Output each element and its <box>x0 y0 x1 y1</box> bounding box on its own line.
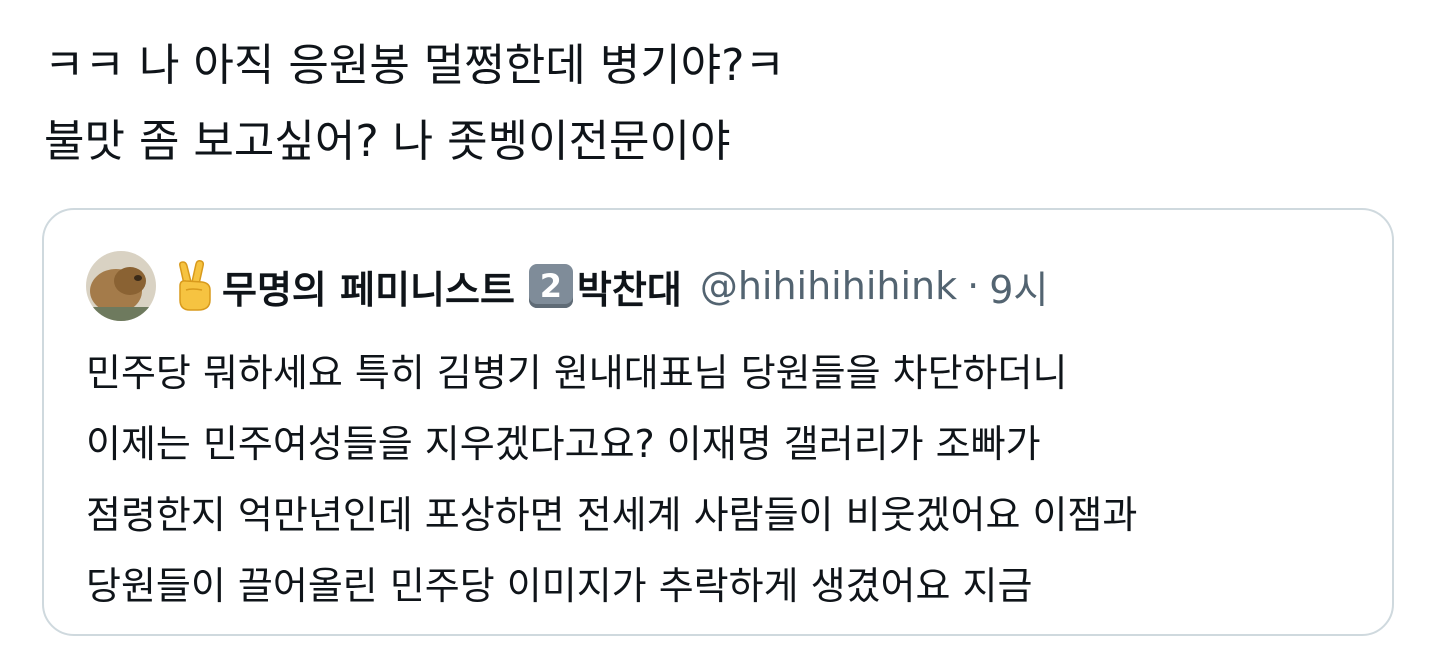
tweet-text: ㅋㅋ 나 아직 응원봉 멀쩡한데 병기야?ㅋ 불맛 좀 보고싶어? 나 좃벵이전… <box>44 28 1404 180</box>
quoted-text-line: 민주당 뭐하세요 특히 김병기 원내대표님 당원들을 차단하더니 <box>86 351 1068 395</box>
avatar[interactable] <box>86 251 156 321</box>
display-name-group[interactable]: 무명의 페미니스트 2 박찬대 <box>172 259 682 314</box>
display-name: 무명의 페미니스트 <box>222 267 515 312</box>
separator-dot: · <box>967 264 980 308</box>
quoted-tweet-text: 민주당 뭐하세요 특히 김병기 원내대표님 당원들을 차단하더니 이제는 민주여… <box>86 338 1366 622</box>
tweet-text-line: 불맛 좀 보고싶어? 나 좃벵이전문이야 <box>44 116 731 167</box>
user-handle[interactable]: @hihihihihink <box>700 264 957 308</box>
tweet-text-line: ㅋㅋ 나 아직 응원봉 멀쩡한데 병기야?ㅋ <box>44 40 785 91</box>
quoted-text-line: 당원들이 끌어올린 민주당 이미지가 추락하게 생겼어요 지금 <box>86 564 1033 608</box>
victory-hand-icon <box>172 260 218 312</box>
display-name-suffix: 박찬대 <box>576 267 682 312</box>
quoted-text-line: 이제는 민주여성들을 지우겠다고요? 이재명 갤러리가 조빠가 <box>86 422 1041 466</box>
quoted-tweet-card[interactable]: 무명의 페미니스트 2 박찬대 @hihihihihink · 9시 민주당 뭐… <box>42 208 1394 636</box>
avatar-image <box>86 251 156 321</box>
timestamp[interactable]: 9시 <box>989 259 1048 314</box>
quoted-text-line: 점령한지 억만년인데 포상하면 전세계 사람들이 비웃겠어요 이잼과 <box>86 493 1138 537</box>
quoted-tweet-header: 무명의 페미니스트 2 박찬대 @hihihihihink · 9시 <box>86 250 1048 322</box>
keycap-number-icon: 2 <box>528 264 573 308</box>
